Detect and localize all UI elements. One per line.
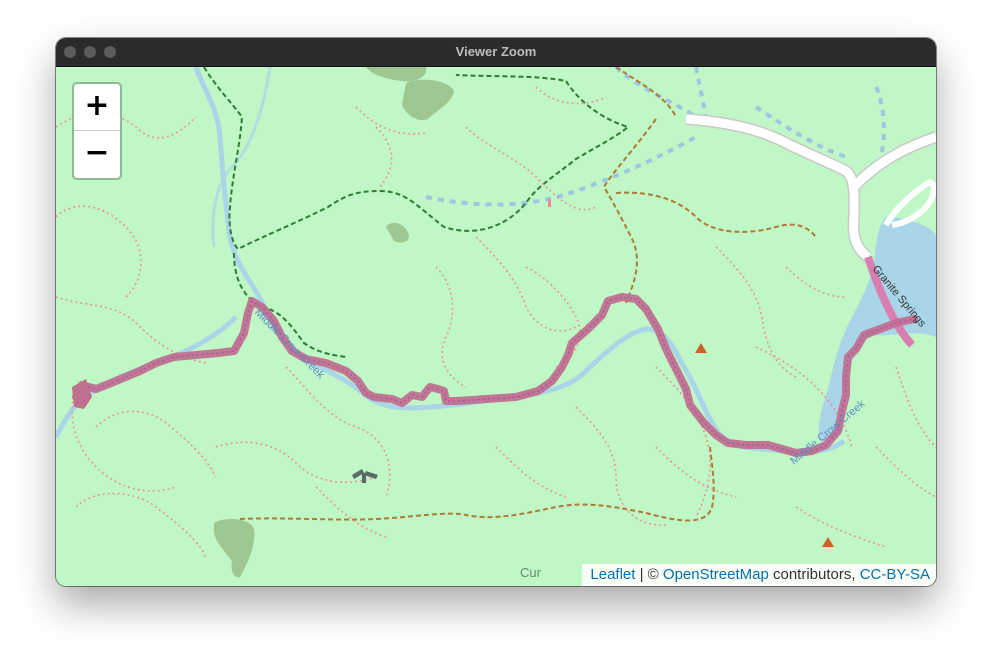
app-window: Viewer Zoom Middle Crow Creek Middle Cro…	[56, 38, 936, 586]
zoom-control: + −	[72, 82, 122, 180]
area-label: Cur	[520, 565, 541, 580]
map-canvas[interactable]: Middle Crow Creek Middle Crow Creek Gran…	[56, 67, 936, 586]
osm-link[interactable]: OpenStreetMap	[663, 566, 769, 583]
land-area	[56, 67, 936, 586]
map-tiles: Middle Crow Creek Middle Crow Creek Gran…	[56, 67, 936, 586]
zoom-in-button[interactable]: +	[74, 84, 120, 131]
attribution-sep: | ©	[635, 566, 663, 583]
poi-marker	[548, 199, 551, 207]
window-title: Viewer Zoom	[455, 44, 537, 59]
attribution: Leaflet | © OpenStreetMap contributors, …	[582, 564, 936, 586]
leaflet-link[interactable]: Leaflet	[590, 566, 635, 583]
attribution-contributors: contributors,	[768, 566, 860, 583]
title-bar: Viewer Zoom	[56, 38, 936, 67]
license-link[interactable]: CC-BY-SA	[860, 566, 930, 583]
zoom-out-button[interactable]: −	[74, 131, 120, 177]
